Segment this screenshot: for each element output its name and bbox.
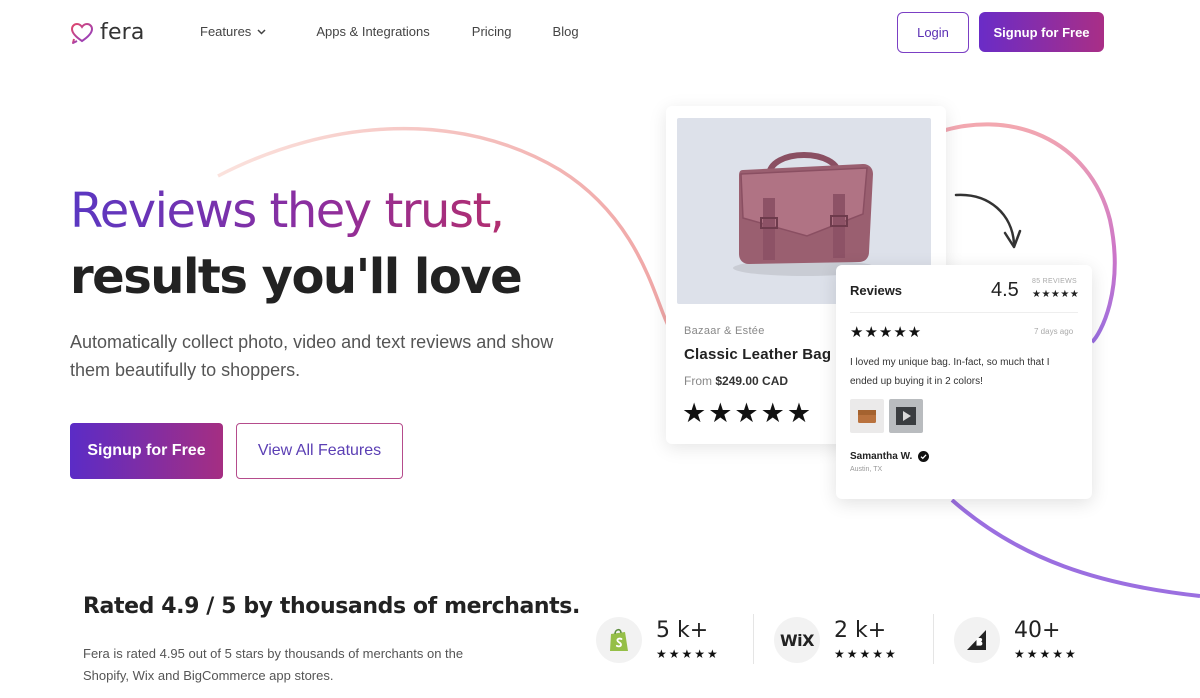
wix-logo-icon: WiX — [774, 617, 820, 663]
shopify-stars: ★★★★★ — [656, 647, 720, 661]
play-icon — [896, 407, 916, 425]
reviewer-name-text: Samantha W. — [850, 451, 913, 462]
wix-count: 2 k+ — [834, 618, 887, 643]
rated-description: Fera is rated 4.95 out of 5 stars by tho… — [83, 646, 464, 683]
product-name: Classic Leather Bag — [684, 346, 832, 363]
product-star-rating: ★★★★★ — [682, 398, 814, 428]
review-text: I loved my unique bag. In-fact, so much … — [850, 357, 1050, 387]
shopify-logo-icon — [596, 617, 642, 663]
store-rating-bigcommerce: 40+ ★★★★★ — [954, 612, 1078, 668]
store-rating-wix: WiX 2 k+ ★★★★★ — [774, 612, 898, 668]
bigcommerce-stars: ★★★★★ — [1014, 647, 1078, 661]
chevron-down-icon — [257, 28, 266, 35]
review-count: 85 REVIEWS — [1032, 278, 1078, 285]
login-button[interactable]: Login — [897, 12, 969, 53]
shopify-bag-icon — [610, 628, 628, 651]
reviewer-name: Samantha W. — [850, 451, 930, 462]
price-prefix: From — [684, 374, 712, 388]
review-card: Reviews 4.5 85 REVIEWS ★★★★★ ★★★★★ 7 day… — [836, 265, 1092, 499]
reviewer-location: Austin, TX — [850, 466, 883, 473]
product-brand: Bazaar & Estée — [684, 325, 765, 337]
product-price: From $249.00 CAD — [684, 374, 788, 388]
signup-button-nav[interactable]: Signup for Free — [979, 12, 1104, 52]
reviews-heading: Reviews — [850, 283, 903, 298]
hero-title: Reviews they trust, results you'll love — [70, 178, 523, 310]
hero-subtitle: Automatically collect photo, video and t… — [70, 332, 554, 380]
fera-logo[interactable]: fera — [70, 20, 145, 45]
nav-link-features[interactable]: Features — [200, 24, 266, 39]
curved-arrow-icon — [954, 193, 1022, 249]
verified-badge-icon — [918, 451, 930, 462]
rated-heading: Rated 4.9 / 5 by thousands of merchants. — [83, 594, 580, 619]
store-rating-shopify: 5 k+ ★★★★★ — [596, 612, 720, 668]
wix-logo-text: WiX — [780, 630, 814, 650]
signup-button-hero[interactable]: Signup for Free — [70, 423, 223, 479]
review-video-thumbnail[interactable] — [889, 399, 923, 433]
bag-thumbnail-image — [858, 410, 876, 423]
nav-link-blog[interactable]: Blog — [553, 24, 579, 39]
price-value: $249.00 CAD — [715, 374, 789, 388]
average-rating-stars: ★★★★★ — [1032, 289, 1080, 300]
nav-link-pricing[interactable]: Pricing — [472, 24, 512, 39]
store-divider — [933, 614, 934, 664]
top-navigation: fera Features Apps & Integrations Pricin… — [0, 0, 1200, 64]
wix-stars: ★★★★★ — [834, 647, 898, 661]
heart-chat-icon — [70, 22, 94, 44]
view-features-button[interactable]: View All Features — [236, 423, 403, 479]
bigcommerce-logo-icon — [954, 617, 1000, 663]
review-timestamp: 7 days ago — [1034, 327, 1074, 336]
store-divider — [753, 614, 754, 664]
nav-link-apps-integrations[interactable]: Apps & Integrations — [316, 24, 429, 39]
bigcommerce-b-icon — [967, 630, 986, 650]
average-rating: 4.5 — [991, 279, 1019, 301]
review-photo-thumbnail[interactable] — [850, 399, 884, 433]
review-stars: ★★★★★ — [850, 324, 923, 341]
bigcommerce-count: 40+ — [1014, 618, 1061, 643]
divider — [850, 312, 1078, 313]
hero-title-line2: results you'll love — [70, 249, 523, 305]
nav-links: Features Apps & Integrations Pricing Blo… — [200, 24, 579, 39]
hero-title-line1: Reviews they trust, — [70, 178, 521, 244]
shopify-count: 5 k+ — [656, 618, 709, 643]
nav-link-label: Features — [200, 24, 252, 39]
logo-text: fera — [100, 20, 145, 45]
